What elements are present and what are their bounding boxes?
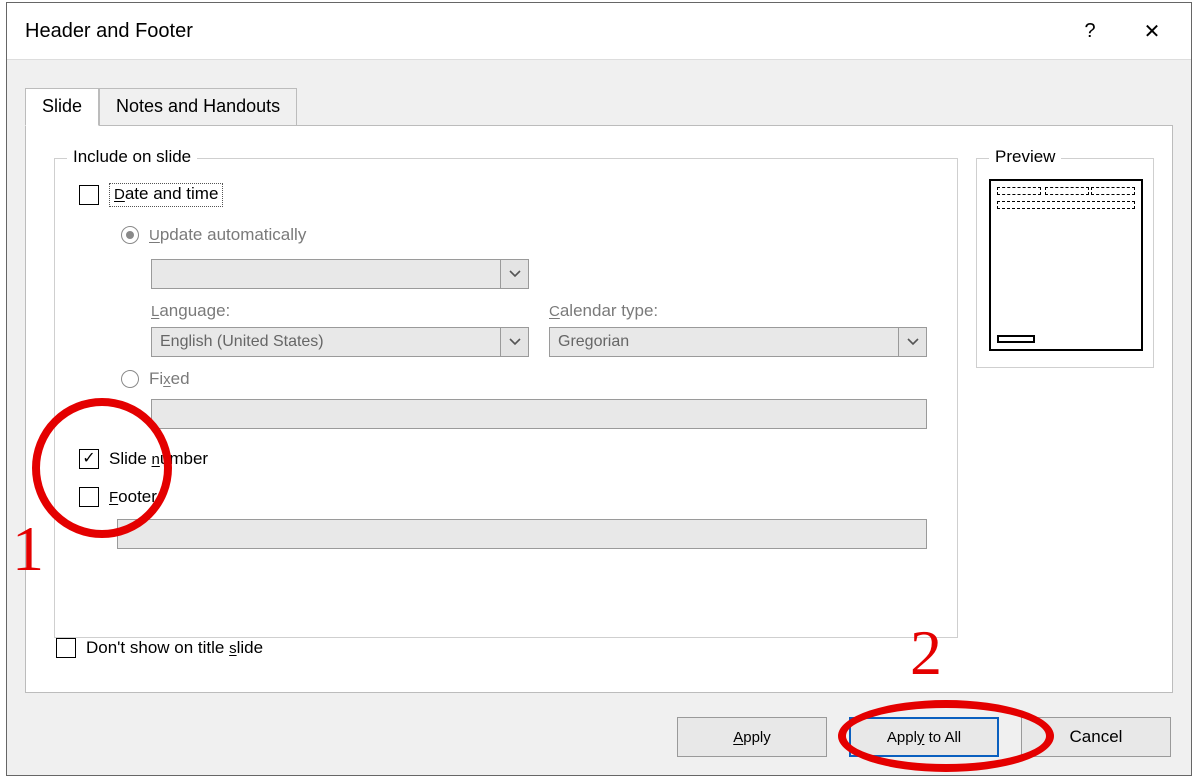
footer-text-input[interactable]: [117, 519, 927, 549]
slide-number-checkbox[interactable]: [79, 449, 99, 469]
tab-notes-handouts[interactable]: Notes and Handouts: [99, 88, 297, 126]
preview-group: Preview: [976, 158, 1154, 368]
cancel-button[interactable]: Cancel: [1021, 717, 1171, 757]
titlebar: Header and Footer ? ✕: [7, 3, 1191, 59]
dont-show-title-checkbox[interactable]: [56, 638, 76, 658]
chevron-down-icon: [500, 328, 528, 356]
tabstrip: Slide Notes and Handouts: [25, 88, 297, 126]
close-button[interactable]: ✕: [1121, 8, 1183, 54]
date-time-checkbox[interactable]: [79, 185, 99, 205]
footer-label: Footer: [109, 487, 157, 507]
include-on-slide-group: Include on slide Date and time Update au…: [54, 158, 958, 638]
language-combo[interactable]: English (United States): [151, 327, 529, 357]
dialog-title: Header and Footer: [25, 20, 193, 43]
help-button[interactable]: ?: [1059, 8, 1121, 54]
apply-to-all-button[interactable]: Apply to All: [849, 717, 999, 757]
preview-thumbnail: [989, 179, 1143, 351]
chevron-down-icon: [898, 328, 926, 356]
slide-number-label: Slide number: [109, 449, 208, 469]
chevron-down-icon: [500, 260, 528, 288]
update-auto-radio[interactable]: [121, 226, 139, 244]
language-value: English (United States): [152, 333, 500, 351]
calendar-type-combo[interactable]: Gregorian: [549, 327, 927, 357]
calendar-type-value: Gregorian: [550, 333, 898, 351]
apply-button[interactable]: Apply: [677, 717, 827, 757]
calendar-type-label: Calendar type:: [549, 301, 658, 321]
header-footer-dialog: Header and Footer ? ✕ Slide Notes and Ha…: [6, 2, 1192, 776]
fixed-row: Fixed: [121, 369, 190, 389]
window-controls: ? ✕: [1059, 8, 1183, 54]
dont-show-title-label: Don't show on title slide: [86, 638, 263, 658]
date-format-combo[interactable]: [151, 259, 529, 289]
date-time-label: Date and time: [109, 183, 223, 207]
button-bar: Apply Apply to All Cancel: [677, 717, 1171, 757]
include-on-slide-legend: Include on slide: [67, 147, 197, 167]
update-auto-label: Update automatically: [149, 225, 306, 245]
preview-legend: Preview: [989, 147, 1061, 167]
footer-row: Footer: [79, 487, 157, 507]
date-time-row: Date and time: [79, 183, 223, 207]
slide-number-row: Slide number: [79, 449, 208, 469]
dont-show-title-row: Don't show on title slide: [56, 638, 263, 658]
fixed-radio[interactable]: [121, 370, 139, 388]
dialog-body: Slide Notes and Handouts Include on slid…: [7, 59, 1191, 775]
footer-checkbox[interactable]: [79, 487, 99, 507]
tab-slide[interactable]: Slide: [25, 88, 99, 126]
update-auto-row: Update automatically: [121, 225, 306, 245]
fixed-label: Fixed: [149, 369, 190, 389]
tab-panel: Include on slide Date and time Update au…: [25, 125, 1173, 693]
fixed-date-input[interactable]: [151, 399, 927, 429]
language-label: Language:: [151, 301, 230, 321]
